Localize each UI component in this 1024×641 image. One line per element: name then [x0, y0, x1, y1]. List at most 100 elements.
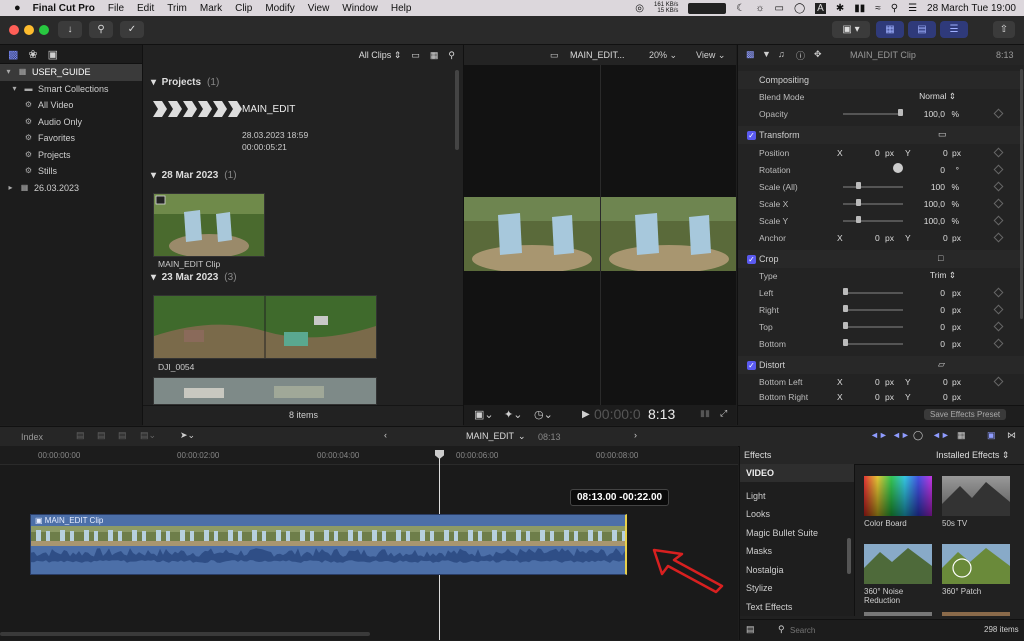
clapper-icon[interactable]: ▩ — [8, 48, 18, 61]
scale-x-value[interactable]: 100,0 — [924, 199, 945, 209]
section-projects[interactable]: ▾ Projects (1) — [151, 77, 219, 88]
timeline-scrollbar[interactable] — [0, 632, 370, 636]
snapping-icon[interactable]: ◄► — [932, 430, 950, 440]
category-magic-bullet[interactable]: Magic Bullet Suite — [746, 528, 818, 538]
search-icon[interactable]: ⚲ — [891, 3, 898, 14]
speed-icon[interactable]: ◷⌄ — [534, 408, 553, 421]
color-inspector-icon[interactable]: ▼ — [762, 49, 771, 59]
effect-tile-partial[interactable] — [942, 612, 1010, 616]
effect-color-board[interactable] — [864, 476, 932, 516]
timecode[interactable]: 8:13 — [648, 406, 675, 422]
disclosure-open-icon[interactable]: ▾ — [4, 68, 13, 76]
clip-appearance-icon[interactable]: ▭ — [411, 50, 420, 61]
control-center-icon[interactable]: ☰ — [908, 3, 917, 14]
clock[interactable]: 28 March Tue 19:00 — [927, 3, 1016, 14]
menu-help[interactable]: Help — [391, 3, 412, 14]
crop-right-slider[interactable] — [843, 309, 903, 311]
effect-tile-partial[interactable] — [864, 612, 932, 616]
distort-onscreen-icon[interactable]: ▱ — [938, 359, 945, 370]
slider-knob[interactable] — [856, 199, 861, 206]
effect-50s-tv[interactable] — [942, 476, 1010, 516]
slider-knob[interactable] — [856, 216, 861, 223]
clip-thumbnail-dji-0054[interactable] — [153, 295, 377, 359]
menu-edit[interactable]: Edit — [137, 3, 154, 14]
rotation-dial[interactable] — [893, 163, 903, 173]
scale-all-value[interactable]: 100 — [931, 182, 945, 192]
crop-checkbox[interactable]: ✓ — [747, 254, 756, 264]
installed-effects-menu[interactable]: Installed Effects ⇕ — [936, 450, 1009, 461]
menu-view[interactable]: View — [308, 3, 330, 14]
opacity-slider[interactable] — [843, 113, 903, 115]
transform-tool-icon[interactable]: ▣⌄ — [474, 408, 494, 421]
collection-audio-only[interactable]: ⚙ Audio Only — [0, 114, 142, 131]
menu-file[interactable]: File — [108, 3, 124, 14]
crop-left-slider[interactable] — [843, 292, 903, 294]
category-nostalgia[interactable]: Nostalgia — [746, 565, 784, 575]
headphones-icon[interactable]: ◯ — [794, 3, 805, 14]
photos-icon[interactable]: ❀ — [28, 48, 37, 61]
close-button[interactable] — [9, 25, 19, 35]
magic-wand-icon[interactable]: ✦⌄ — [504, 408, 522, 421]
background-tasks-button[interactable]: ✓ — [120, 21, 144, 38]
slider-knob[interactable] — [843, 322, 848, 329]
keyframe-diamond-icon[interactable] — [993, 147, 1004, 158]
save-effects-preset-button[interactable]: Save Effects Preset — [924, 409, 1007, 420]
audio-inspector-icon[interactable]: ♫ — [778, 49, 785, 59]
project-thumbnail[interactable] — [153, 101, 243, 117]
scale-x-slider[interactable] — [843, 203, 903, 205]
timeline-clip[interactable]: ▣ MAIN_EDIT Clip — [30, 514, 627, 575]
section-23-mar[interactable]: ▾ 23 Mar 2023 (3) — [151, 272, 237, 283]
category-text-effects[interactable]: Text Effects — [746, 602, 792, 612]
position-y-value[interactable]: 0 — [943, 148, 948, 158]
effect-360-noise-reduction[interactable] — [864, 544, 932, 584]
app-menu[interactable]: Final Cut Pro — [33, 3, 95, 14]
scale-y-slider[interactable] — [843, 220, 903, 222]
crop-top-value[interactable]: 0 — [940, 322, 945, 332]
browser-scrollbar[interactable] — [455, 70, 459, 150]
apple-icon[interactable]: ● — [14, 2, 21, 14]
play-icon[interactable]: ▶ — [582, 409, 590, 420]
append-clip-icon[interactable]: ▤ — [118, 430, 127, 441]
bottom-right-y-value[interactable]: 0 — [943, 392, 948, 402]
rotation-value[interactable]: 0 — [940, 165, 945, 175]
sidebar-toggle-icon[interactable]: ▤ — [746, 624, 755, 635]
keyframe-diamond-icon[interactable] — [993, 232, 1004, 243]
crop-right-value[interactable]: 0 — [940, 305, 945, 315]
menu-mark[interactable]: Mark — [200, 3, 222, 14]
menu-modify[interactable]: Modify — [265, 3, 294, 14]
distort-checkbox[interactable]: ✓ — [747, 360, 756, 370]
disclosure-closed-icon[interactable]: ▸ — [6, 183, 15, 192]
slider-knob[interactable] — [843, 339, 848, 346]
collection-all-video[interactable]: ⚙ All Video — [0, 97, 142, 114]
skimming-icon[interactable]: ◄► — [870, 430, 888, 440]
battery-graph-icon[interactable] — [688, 2, 727, 14]
slider-knob[interactable] — [856, 182, 861, 189]
zoom-menu[interactable]: 20% ⌄ — [649, 50, 677, 61]
smart-collections-folder[interactable]: ▾ ▬ Smart Collections — [0, 81, 142, 98]
category-looks[interactable]: Looks — [746, 509, 770, 519]
transform-onscreen-icon[interactable]: ▭ — [938, 129, 947, 140]
overwrite-clip-icon[interactable]: ▤⌄ — [140, 430, 156, 441]
inspector-scrollbar[interactable] — [1020, 69, 1023, 319]
audio-skimming-icon[interactable]: ◄► — [892, 430, 910, 440]
effects-search-input[interactable] — [788, 623, 942, 637]
show-browser-button[interactable]: ▦ — [876, 21, 904, 38]
bluetooth-icon[interactable]: ✱ — [836, 3, 844, 14]
wifi-icon[interactable]: ≈ — [875, 3, 881, 14]
keyframe-diamond-icon[interactable] — [993, 287, 1004, 298]
menu-clip[interactable]: Clip — [235, 3, 252, 14]
view-menu[interactable]: View ⌄ — [696, 50, 725, 61]
keyboard-a-icon[interactable]: A — [815, 2, 826, 14]
audio-meters-icon[interactable]: ▮▮ — [700, 408, 710, 419]
bottom-left-x-value[interactable]: 0 — [875, 377, 880, 387]
categories-scrollbar[interactable] — [847, 538, 851, 574]
battery-icon[interactable]: ▮▮ — [854, 3, 865, 14]
library-user-guide[interactable]: ▾ ▦ USER_GUIDE — [0, 64, 142, 81]
crop-bottom-value[interactable]: 0 — [940, 339, 945, 349]
slider-knob[interactable] — [898, 109, 903, 116]
brightness-icon[interactable]: ☼ — [755, 3, 764, 14]
transition-inspector-icon[interactable]: ✥ — [814, 49, 822, 60]
crop-onscreen-icon[interactable]: □ — [938, 253, 943, 263]
clip-thumbnail-partial[interactable] — [153, 377, 377, 405]
keyframe-diamond-icon[interactable] — [993, 181, 1004, 192]
